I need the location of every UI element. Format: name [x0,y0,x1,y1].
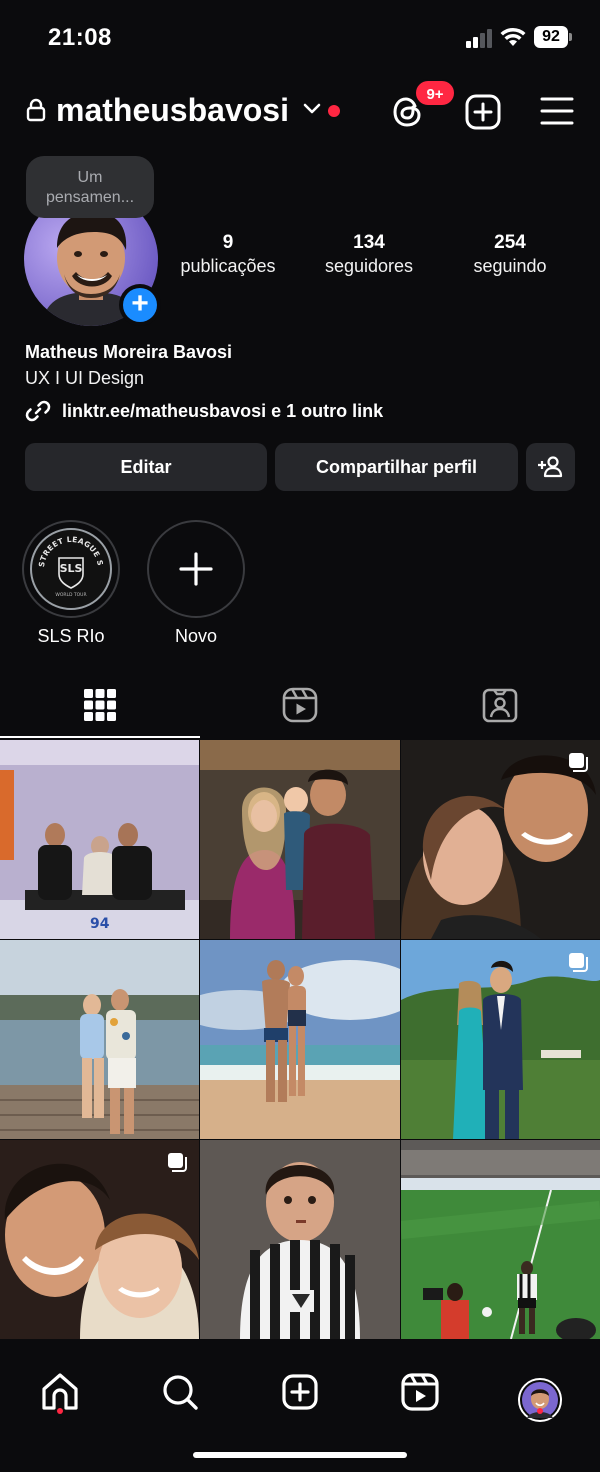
highlight-label: Novo [174,626,218,646]
sls-logo: STREET LEAGUE SKATEBOARDING SLS WORLD TO… [29,523,112,610]
post-thumbnail[interactable]: 94 [0,740,199,939]
sls-sub-text: WORLD TOUR [55,592,86,598]
stat-following[interactable]: 254 seguindo [462,232,558,277]
post-image [401,1140,600,1339]
post-image: 94 [0,740,199,939]
sls-logo-text: SLS [60,562,83,575]
multi-photo-icon [168,1153,187,1172]
post-thumbnail[interactable] [401,940,600,1139]
nav-create[interactable] [270,1362,330,1422]
stat-value: 254 [494,232,526,253]
link-icon [25,400,51,422]
menu-icon[interactable] [540,96,574,126]
status-bar: 21:08 92 [0,0,600,76]
highlight-label: SLS RIo [37,626,105,646]
add-story-button[interactable]: + [119,284,161,326]
tab-tagged[interactable] [400,682,600,738]
post-thumbnail[interactable] [200,940,400,1139]
wifi-icon [500,27,526,46]
post-thumbnail[interactable] [200,1140,400,1339]
nav-search[interactable] [150,1362,210,1422]
share-profile-button[interactable]: Compartilhar perfil [275,443,518,491]
post-thumbnail[interactable] [0,1140,199,1339]
tab-posts-grid[interactable] [0,682,200,738]
post-image [200,740,400,939]
bio-link-text: linktr.ee/matheusbavosi e 1 outro link [62,400,384,421]
stat-value: 134 [353,232,385,253]
bio-text: UX I UI Design [25,368,145,388]
full-name: Matheus Moreira Bavosi [25,342,233,362]
chevron-down-icon[interactable] [302,102,322,116]
stat-followers[interactable]: 134 seguidores [314,232,424,277]
highlight-ring: STREET LEAGUE SKATEBOARDING SLS WORLD TO… [22,520,120,618]
reels-icon [401,1373,439,1411]
new-highlight-button[interactable]: Novo [146,520,246,647]
username[interactable]: matheusbavosi [56,92,289,129]
profile-tabs [0,682,600,738]
home-notification-dot [57,1408,63,1414]
note-line-2: pensamen... [45,189,135,206]
plus-icon: + [123,288,157,322]
battery-indicator: 92 [534,26,572,48]
discover-people-button[interactable] [526,443,575,491]
stat-value: 9 [222,232,234,253]
post-thumbnail[interactable] [401,740,600,939]
cellular-signal-icon [466,28,492,48]
post-thumbnail[interactable] [401,1140,600,1339]
reels-icon [282,687,318,723]
cake-number: 94 [90,916,110,932]
add-post-icon[interactable] [465,94,501,130]
profile-header: matheusbavosi 9+ [0,79,600,136]
note-bubble[interactable]: Um pensamen... [26,156,154,218]
tab-reels[interactable] [200,682,400,738]
search-icon [163,1375,198,1410]
status-time: 21:08 [48,24,112,51]
stat-posts[interactable]: 9 publicações [172,232,284,277]
stat-label: seguindo [473,256,547,276]
unread-dot [328,105,340,117]
home-indicator [193,1452,407,1458]
note-line-1: Um [77,169,103,186]
notification-badge: 9+ [414,79,456,107]
stat-label: seguidores [324,256,414,276]
stat-label: publicações [180,256,276,276]
tagged-icon [482,688,518,723]
edit-profile-button[interactable]: Editar [25,443,267,491]
post-image [0,940,199,1139]
post-image [200,1140,400,1339]
add-person-icon [537,456,562,478]
highlight-sls-rio[interactable]: STREET LEAGUE SKATEBOARDING SLS WORLD TO… [21,520,121,647]
profile-notification-dot [537,1408,543,1414]
plus-icon [179,552,213,586]
create-icon [282,1374,318,1410]
multi-photo-icon [569,953,588,972]
post-image [200,940,400,1139]
post-thumbnail[interactable] [0,940,199,1139]
highlight-ring [147,520,245,618]
bio-link[interactable]: linktr.ee/matheusbavosi e 1 outro link [24,397,383,425]
grid-icon [84,689,116,721]
lock-icon [26,98,46,122]
nav-reels[interactable] [390,1362,450,1422]
multi-photo-icon [569,753,588,772]
post-grid: 94 [0,740,600,1339]
post-thumbnail[interactable] [200,740,400,939]
